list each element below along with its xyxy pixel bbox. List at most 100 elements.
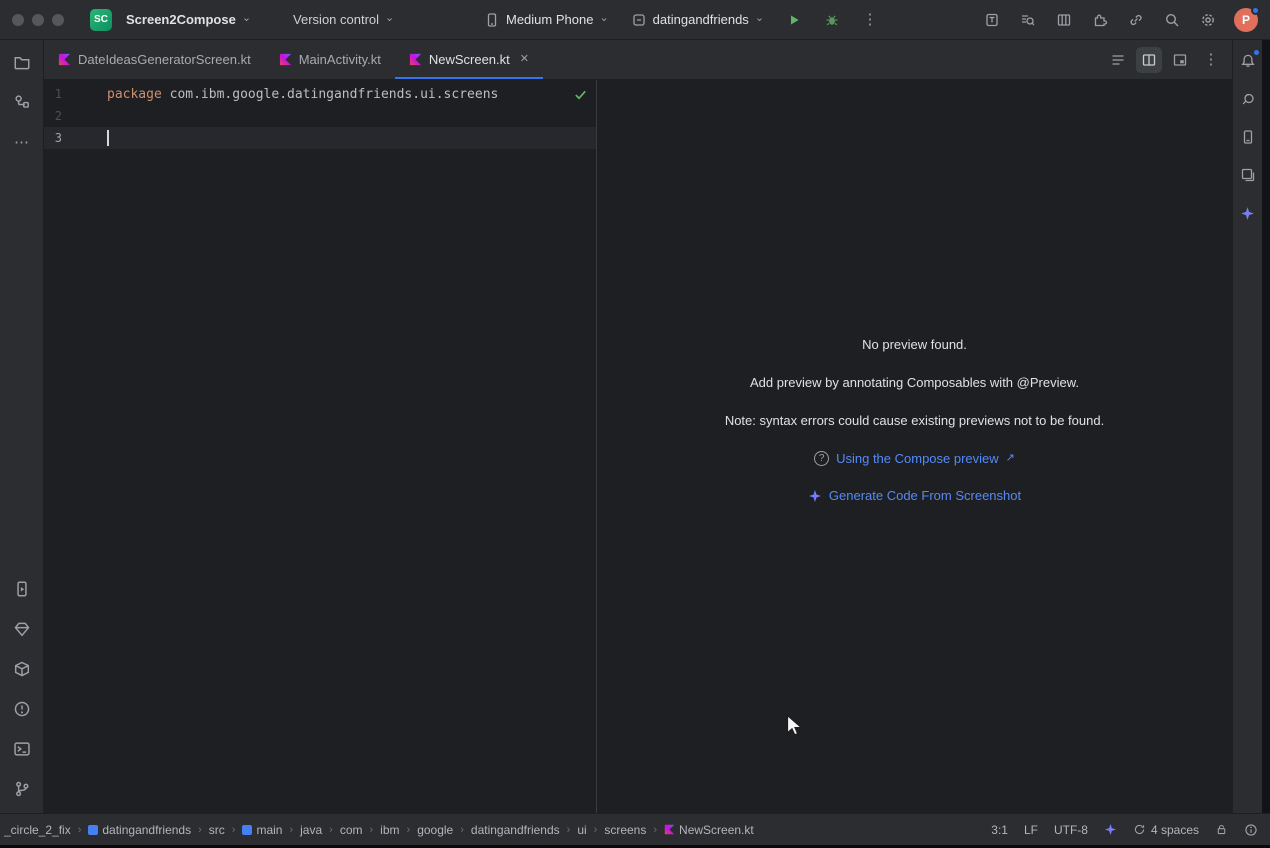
breadcrumb-separator: › — [653, 824, 657, 836]
help-icon: ? — [814, 451, 829, 466]
more-run-options-button[interactable]: ⋮ — [856, 6, 884, 34]
editor-tab-bar: DateIdeasGeneratorScreen.kt MainActivity… — [44, 40, 1232, 80]
project-name-menu[interactable]: Screen2Compose ⌄ — [120, 8, 257, 31]
problems-tool-button[interactable] — [8, 695, 36, 723]
add-preview-hint: Add preview by annotating Composables wi… — [750, 375, 1079, 391]
run-configuration-selector[interactable]: datingandfriends ⌄ — [625, 8, 770, 32]
folder-icon — [13, 53, 31, 71]
breadcrumb-item[interactable]: src — [209, 823, 225, 837]
breadcrumb-item[interactable]: com — [340, 823, 363, 837]
code-editor[interactable]: 1 package com.ibm.google.datingandfriend… — [44, 80, 596, 813]
breadcrumb-separator: › — [460, 824, 464, 836]
gradle-button[interactable] — [1235, 86, 1261, 112]
device-explorer-button[interactable] — [1235, 162, 1261, 188]
split-view-button[interactable] — [1136, 47, 1162, 73]
design-view-button[interactable] — [1167, 47, 1193, 73]
code-view-button[interactable] — [1105, 47, 1131, 73]
window-edge — [1262, 40, 1270, 813]
caret-position-widget[interactable]: 3:1 — [991, 823, 1008, 837]
close-tab-icon[interactable]: ✕ — [520, 54, 529, 65]
gem-tool-button[interactable] — [8, 615, 36, 643]
notifications-button[interactable] — [1235, 48, 1261, 74]
generate-link-label: Generate Code From Screenshot — [829, 488, 1021, 503]
keyword-token: package — [107, 87, 162, 102]
generate-code-link[interactable]: Generate Code From Screenshot — [808, 488, 1021, 503]
breadcrumb-item[interactable]: datingandfriends — [471, 823, 560, 837]
device-selector[interactable]: Medium Phone ⌄ — [478, 8, 615, 32]
breadcrumb-separator: › — [232, 824, 236, 836]
editor-options-button[interactable]: ⋮ — [1198, 47, 1224, 73]
minimize-window-button[interactable] — [32, 14, 44, 26]
module-icon — [88, 825, 98, 835]
project-tool-button[interactable] — [8, 48, 36, 76]
device-frame-button[interactable] — [978, 6, 1006, 34]
info-button[interactable] — [1244, 823, 1258, 837]
chevron-down-icon: ⌄ — [242, 13, 251, 24]
breadcrumb-separator: › — [198, 824, 202, 836]
version-control-label: Version control — [293, 12, 379, 27]
breadcrumb-item[interactable]: screens — [604, 823, 646, 837]
gemini-button[interactable] — [1235, 200, 1261, 226]
breadcrumb-item-file[interactable]: NewScreen.kt — [664, 823, 754, 837]
device-manager-icon — [1240, 129, 1256, 145]
help-link-label: Using the Compose preview — [836, 451, 999, 466]
device-manager-button[interactable] — [1235, 124, 1261, 150]
encoding-widget[interactable]: UTF-8 — [1054, 823, 1088, 837]
git-branch-icon — [13, 780, 31, 798]
inspections-passed-icon[interactable] — [573, 87, 588, 102]
code-token: com.ibm.google.datingandfriends.ui.scree… — [162, 87, 499, 102]
version-control-tool-button[interactable] — [8, 775, 36, 803]
run-button[interactable] — [780, 6, 808, 34]
avatar-notification-dot — [1251, 6, 1260, 15]
terminal-tool-button[interactable] — [8, 735, 36, 763]
breadcrumb-item[interactable]: datingandfriends — [88, 823, 191, 837]
breadcrumb-separator: › — [289, 824, 293, 836]
zoom-window-button[interactable] — [52, 14, 64, 26]
gear-icon — [1200, 12, 1216, 28]
notification-dot — [1252, 48, 1261, 57]
line-separator-widget[interactable]: LF — [1024, 823, 1038, 837]
code-line-2: 2 — [44, 105, 596, 127]
compose-preview-help-link[interactable]: ? Using the Compose preview ↗ — [814, 451, 1015, 466]
version-control-menu[interactable]: Version control ⌄ — [287, 8, 400, 31]
chevron-down-icon: ⌄ — [755, 13, 764, 24]
status-bar: _circle_2_fix › datingandfriends › src ›… — [0, 813, 1270, 845]
more-tool-windows-button[interactable]: ⋯ — [8, 128, 36, 156]
link-button[interactable] — [1122, 6, 1150, 34]
preview-view-toggles: ⋮ — [1105, 47, 1224, 73]
tab-label: MainActivity.kt — [299, 52, 381, 67]
breadcrumb-item[interactable]: _circle_2_fix — [4, 823, 71, 837]
bug-icon — [824, 12, 840, 28]
breadcrumb-item[interactable]: ibm — [380, 823, 399, 837]
run-configuration-label: datingandfriends — [653, 12, 749, 27]
layout-columns-button[interactable] — [1050, 6, 1078, 34]
tab-mainactivity[interactable]: MainActivity.kt — [265, 40, 395, 79]
titlebar: SC Screen2Compose ⌄ Version control ⌄ Me… — [0, 0, 1270, 40]
debug-button[interactable] — [818, 6, 846, 34]
chevron-down-icon: ⌄ — [599, 13, 608, 24]
project-name: Screen2Compose — [126, 12, 236, 27]
user-avatar[interactable]: P — [1234, 8, 1258, 32]
write-access-button[interactable] — [1215, 823, 1228, 836]
running-devices-tool-button[interactable] — [8, 575, 36, 603]
tab-newscreen[interactable]: NewScreen.kt ✕ — [395, 40, 543, 79]
tab-dateideasgeneratorscreen[interactable]: DateIdeasGeneratorScreen.kt — [44, 40, 265, 79]
breadcrumb-item[interactable]: java — [300, 823, 322, 837]
search-everywhere-button[interactable] — [1158, 6, 1186, 34]
settings-button[interactable] — [1194, 6, 1222, 34]
info-circle-icon — [1244, 823, 1258, 837]
structure-tool-button[interactable] — [8, 88, 36, 116]
code-view-icon — [1110, 52, 1126, 68]
breadcrumb-separator: › — [78, 824, 82, 836]
package-tool-button[interactable] — [8, 655, 36, 683]
close-window-button[interactable] — [12, 14, 24, 26]
breadcrumb-item[interactable]: ui — [577, 823, 586, 837]
gemini-status-button[interactable] — [1104, 823, 1117, 836]
kotlin-file-icon — [279, 53, 292, 66]
breadcrumb-item[interactable]: google — [417, 823, 453, 837]
text-search-button[interactable] — [1014, 6, 1042, 34]
breadcrumb-item[interactable]: main — [242, 823, 282, 837]
indent-widget[interactable]: 4 spaces — [1133, 823, 1199, 837]
search-icon — [1164, 12, 1180, 28]
plugins-button[interactable] — [1086, 6, 1114, 34]
